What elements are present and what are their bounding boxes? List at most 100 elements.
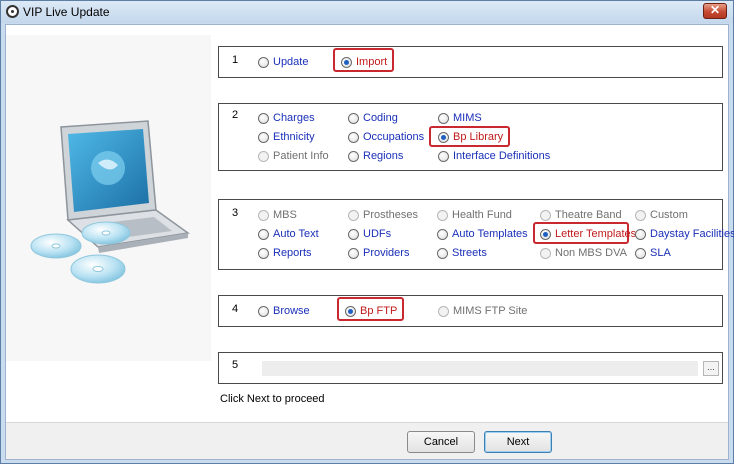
radio-label: Health Fund bbox=[452, 209, 512, 221]
radio-label: Reports bbox=[273, 247, 312, 259]
radio-label: Streets bbox=[452, 247, 487, 259]
radio-circle bbox=[258, 131, 269, 143]
radio-circle bbox=[341, 56, 352, 68]
radio-circle bbox=[437, 209, 448, 221]
step-number: 2 bbox=[232, 109, 239, 121]
radio-circle bbox=[348, 150, 359, 162]
radio-circle bbox=[258, 112, 269, 124]
radio-regions[interactable]: Regions bbox=[348, 148, 403, 164]
radio-circle bbox=[348, 131, 359, 143]
radio-occupations[interactable]: Occupations bbox=[348, 129, 424, 145]
step-5-path-group: 5 ... bbox=[218, 352, 723, 384]
radio-browse[interactable]: Browse bbox=[258, 303, 310, 319]
button-bar: Cancel Next bbox=[6, 422, 728, 459]
radio-label: UDFs bbox=[363, 228, 392, 240]
radio-circle bbox=[258, 228, 269, 240]
radio-circle bbox=[438, 131, 449, 143]
radio-mims[interactable]: MIMS bbox=[438, 110, 482, 126]
radio-circle bbox=[348, 112, 359, 124]
radio-theatre-band: Theatre Band bbox=[540, 207, 622, 223]
radio-label: Occupations bbox=[363, 131, 425, 143]
radio-auto-text[interactable]: Auto Text bbox=[258, 226, 319, 242]
app-icon bbox=[6, 5, 19, 18]
laptop-cd-illustration bbox=[6, 35, 211, 361]
radio-providers[interactable]: Providers bbox=[348, 245, 409, 261]
radio-patient-info: Patient Info bbox=[258, 148, 329, 164]
next-button[interactable]: Next bbox=[484, 431, 552, 453]
radio-circle bbox=[438, 305, 449, 317]
radio-label: Non MBS DVA bbox=[555, 247, 627, 259]
radio-circle bbox=[258, 150, 269, 162]
radio-daystay-facilities[interactable]: Daystay Facilities bbox=[635, 226, 734, 242]
radio-prostheses: Prostheses bbox=[348, 207, 418, 223]
radio-label: Custom bbox=[650, 209, 688, 221]
step-1-mode-group: 1 Update Import bbox=[218, 46, 723, 78]
radio-udfs[interactable]: UDFs bbox=[348, 226, 391, 242]
radio-sla[interactable]: SLA bbox=[635, 245, 671, 261]
radio-label: Coding bbox=[363, 112, 398, 124]
radio-label: Auto Templates bbox=[452, 228, 528, 240]
radio-label: Ethnicity bbox=[273, 131, 315, 143]
browse-path-button[interactable]: ... bbox=[703, 361, 719, 376]
radio-bp-ftp[interactable]: Bp FTP bbox=[345, 303, 397, 319]
radio-label: Update bbox=[273, 56, 309, 68]
radio-label: Providers bbox=[363, 247, 410, 259]
step-number: 5 bbox=[232, 359, 239, 371]
path-field[interactable] bbox=[262, 361, 698, 376]
radio-label: MBS bbox=[273, 209, 297, 221]
radio-label: SLA bbox=[650, 247, 671, 259]
close-button[interactable]: ✕ bbox=[703, 3, 727, 19]
radio-label: Charges bbox=[273, 112, 315, 124]
step-4-source-group: 4 Browse Bp FTP MIMS FTP Site bbox=[218, 295, 723, 327]
step-number: 4 bbox=[232, 303, 239, 315]
radio-health-fund: Health Fund bbox=[437, 207, 512, 223]
radio-letter-templates[interactable]: Letter Templates bbox=[540, 226, 636, 242]
radio-import[interactable]: Import bbox=[341, 54, 387, 70]
radio-charges[interactable]: Charges bbox=[258, 110, 315, 126]
window-title: VIP Live Update bbox=[23, 5, 110, 19]
radio-label: MIMS bbox=[453, 112, 482, 124]
radio-circle bbox=[258, 305, 269, 317]
radio-label: Bp Library bbox=[453, 131, 504, 143]
cancel-button[interactable]: Cancel bbox=[407, 431, 475, 453]
proceed-hint: Click Next to proceed bbox=[220, 393, 325, 405]
radio-label: Prostheses bbox=[363, 209, 419, 221]
step-2-library-group: 2 Charges Coding MIMS Ethnicity Occupati… bbox=[218, 103, 723, 171]
vip-live-update-window: VIP Live Update ✕ 1 Update Import 2 Char… bbox=[0, 0, 734, 464]
radio-label: Daystay Facilities bbox=[650, 228, 734, 240]
radio-auto-templates[interactable]: Auto Templates bbox=[437, 226, 528, 242]
radio-label: MIMS FTP Site bbox=[453, 305, 528, 317]
radio-circle bbox=[437, 247, 448, 259]
radio-circle bbox=[540, 209, 551, 221]
radio-circle bbox=[438, 150, 449, 162]
title-bar[interactable]: VIP Live Update ✕ bbox=[1, 1, 733, 23]
radio-circle bbox=[348, 209, 359, 221]
radio-update[interactable]: Update bbox=[258, 54, 308, 70]
radio-mims-ftp-site: MIMS FTP Site bbox=[438, 303, 527, 319]
radio-bp-library[interactable]: Bp Library bbox=[438, 129, 503, 145]
radio-label: Letter Templates bbox=[555, 228, 637, 240]
radio-label: Theatre Band bbox=[555, 209, 622, 221]
laptop-icon bbox=[30, 120, 190, 284]
radio-circle bbox=[258, 247, 269, 259]
radio-reports[interactable]: Reports bbox=[258, 245, 312, 261]
radio-circle bbox=[348, 247, 359, 259]
radio-circle bbox=[345, 305, 356, 317]
radio-circle bbox=[635, 247, 646, 259]
radio-circle bbox=[540, 228, 551, 240]
step-number: 3 bbox=[232, 207, 239, 219]
radio-custom: Custom bbox=[635, 207, 688, 223]
radio-circle bbox=[438, 112, 449, 124]
step-number: 1 bbox=[232, 54, 239, 66]
radio-circle bbox=[437, 228, 448, 240]
radio-mbs: MBS bbox=[258, 207, 297, 223]
radio-coding[interactable]: Coding bbox=[348, 110, 398, 126]
radio-interface-definitions[interactable]: Interface Definitions bbox=[438, 148, 550, 164]
radio-circle bbox=[540, 247, 551, 259]
dialog-client-area: 1 Update Import 2 Charges Coding MIMS Et… bbox=[5, 24, 734, 460]
radio-circle bbox=[348, 228, 359, 240]
radio-label: Regions bbox=[363, 150, 404, 162]
close-icon: ✕ bbox=[709, 3, 721, 17]
radio-streets[interactable]: Streets bbox=[437, 245, 487, 261]
radio-ethnicity[interactable]: Ethnicity bbox=[258, 129, 315, 145]
